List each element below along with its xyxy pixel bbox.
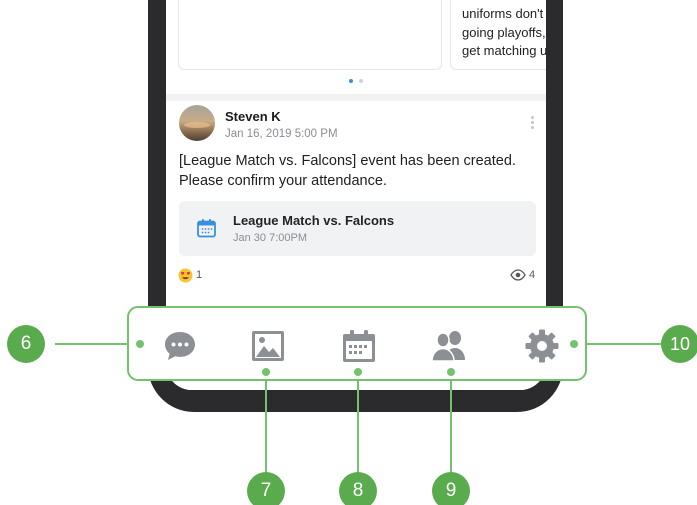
reaction-count: 1 <box>196 269 203 281</box>
people-icon <box>431 331 465 362</box>
post-author[interactable]: Steven K <box>225 109 281 124</box>
carousel-card-text-line: going playoffs, <box>462 24 546 40</box>
gear-icon <box>525 329 559 363</box>
page-dot-active[interactable] <box>349 79 353 83</box>
calendar-icon <box>343 330 375 362</box>
tab-schedule[interactable] <box>341 328 377 364</box>
tab-members[interactable] <box>431 328 467 364</box>
callout-badge-10: 10 <box>661 325 697 363</box>
screenshot-stage: uniforms don't going playoffs, get match… <box>0 0 697 505</box>
callout-badge-8: 8 <box>339 472 377 505</box>
callout-badge-6: 6 <box>7 325 45 363</box>
event-title: League Match vs. Falcons <box>233 213 395 228</box>
callout-line-10 <box>574 343 669 345</box>
callout-badge-7: 7 <box>247 472 285 505</box>
callout-marker-6 <box>136 340 144 348</box>
heart-eyes-emoji-icon[interactable] <box>178 268 193 283</box>
callout-marker-10 <box>570 340 578 348</box>
callout-marker-8 <box>354 368 362 376</box>
carousel-card[interactable] <box>178 0 442 70</box>
callout-line-8 <box>357 372 359 480</box>
avatar[interactable] <box>179 105 215 141</box>
event-card[interactable]: League Match vs. Falcons Jan 30 7:00PM <box>179 201 536 256</box>
page-dot[interactable] <box>359 79 363 83</box>
callout-line-7 <box>265 372 267 480</box>
carousel-page-indicator[interactable] <box>166 79 546 83</box>
callout-line-9 <box>450 372 452 480</box>
calendar-icon <box>197 219 216 238</box>
callout-marker-9 <box>447 368 455 376</box>
tab-messages[interactable] <box>162 328 198 364</box>
chat-bubble-icon <box>165 332 195 360</box>
tab-photos[interactable] <box>250 328 286 364</box>
view-count: 4 <box>529 269 536 281</box>
carousel[interactable]: uniforms don't going playoffs, get match… <box>166 0 546 94</box>
post-date: Jan 16, 2019 5:00 PM <box>225 128 338 140</box>
eye-icon <box>510 269 526 281</box>
more-options-icon[interactable] <box>528 116 536 136</box>
carousel-card-text-line: uniforms don't <box>462 6 544 21</box>
event-date: Jan 30 7:00PM <box>233 232 307 244</box>
image-icon <box>252 331 284 361</box>
carousel-card-text-line: get matching u <box>462 43 546 58</box>
callout-marker-7 <box>262 368 270 376</box>
callout-badge-9: 9 <box>432 472 470 505</box>
post-text: [League Match vs. Falcons] event has bee… <box>179 153 516 189</box>
carousel-card-next[interactable]: uniforms don't going playoffs, get match… <box>450 0 546 70</box>
tab-settings[interactable] <box>524 328 560 364</box>
